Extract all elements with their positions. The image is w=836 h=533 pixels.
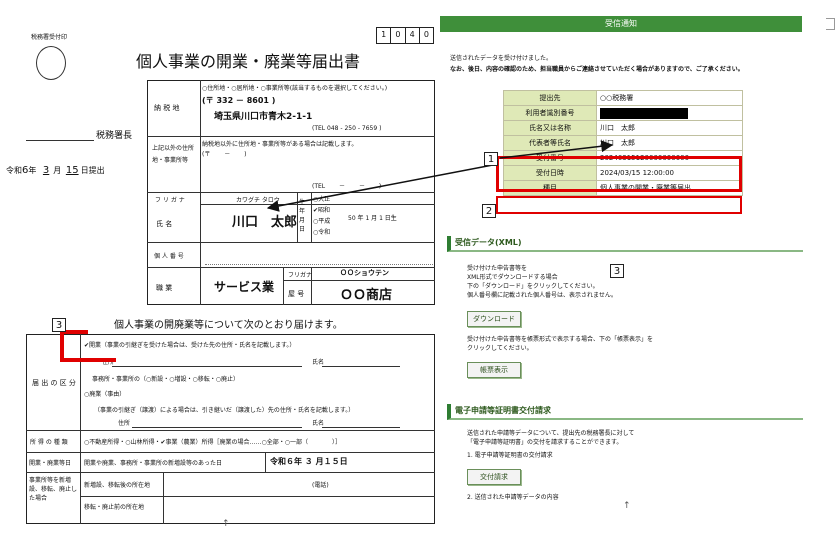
callout-2: 2 [482, 204, 496, 218]
callout-3-form: 3 [52, 318, 66, 332]
arrow-to-name [266, 163, 499, 212]
callout-3-panel: 3 [610, 264, 624, 278]
pointer-arrows [266, 140, 614, 212]
arrow-to-panel [499, 140, 614, 159]
callout-1: 1 [484, 152, 498, 166]
